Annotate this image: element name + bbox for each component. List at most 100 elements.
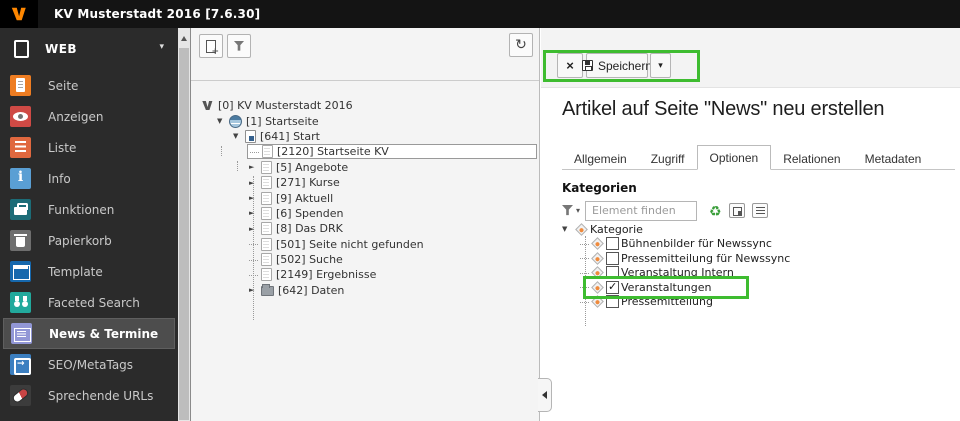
sidebar-item-faceted-search[interactable]: Faceted Search — [0, 287, 178, 318]
collapse-caret-icon[interactable]: ▼ — [217, 117, 229, 125]
sidebar-item-info[interactable]: Info — [0, 163, 178, 194]
reload-categories-icon[interactable]: ♻ — [709, 204, 722, 218]
save-dropdown-button[interactable]: ▾ — [650, 53, 671, 78]
info-icon — [10, 168, 31, 189]
tree-node-label: [502] Suche — [276, 253, 343, 267]
tag-icon — [591, 295, 604, 309]
sidebar-item-sprechende-urls[interactable]: Sprechende URLs — [0, 380, 178, 411]
category-label: Pressemitteilung — [621, 295, 713, 309]
tab-metadaten[interactable]: Metadaten — [853, 147, 934, 170]
collapse-caret-icon[interactable]: ▼ — [233, 132, 245, 140]
tree-node-angebote[interactable]: ► [5] Angebote — [191, 160, 537, 175]
content-panel: × Speichern ▾ Artikel auf Seite "News" n… — [541, 28, 960, 421]
expand-caret-icon[interactable]: ► — [249, 225, 261, 233]
refresh-tree-button[interactable]: ↻ — [509, 33, 533, 57]
tab-zugriff[interactable]: Zugriff — [639, 147, 697, 170]
refresh-icon: ↻ — [515, 37, 527, 53]
collapse-all-button[interactable] — [751, 203, 768, 218]
new-page-button[interactable] — [199, 34, 223, 58]
expand-caret-icon[interactable]: ► — [249, 194, 261, 202]
category-filter-row: ▾ ♻ — [562, 200, 768, 221]
sidebar-item-seite[interactable]: Seite — [0, 70, 178, 101]
expand-caret-icon[interactable]: ► — [249, 209, 261, 217]
category-checkbox[interactable] — [606, 280, 619, 294]
expand-all-button[interactable] — [728, 203, 745, 218]
category-label: Bühnenbilder für Newssync — [621, 237, 772, 251]
doc-header: × Speichern ▾ — [541, 28, 960, 88]
sidebar-item-label: Seite — [48, 78, 79, 93]
sidebar-item-label: News & Termine — [49, 326, 159, 341]
new-page-icon — [206, 39, 219, 57]
tab-optionen[interactable]: Optionen — [696, 145, 772, 170]
tree-node-spenden[interactable]: ► [6] Spenden — [191, 206, 537, 221]
tree-node-kurse[interactable]: ► [271] Kurse — [191, 175, 537, 190]
chevron-down-icon[interactable]: ▾ — [576, 206, 580, 215]
category-checkbox[interactable] — [606, 266, 619, 280]
category-label: Veranstaltung Intern — [621, 266, 734, 280]
tree-node-start[interactable]: ▼ [641] Start — [191, 129, 537, 144]
pill-icon — [10, 385, 31, 406]
sidebar-item-news-termine[interactable]: News & Termine — [3, 318, 175, 349]
sidebar-item-anzeigen[interactable]: Anzeigen — [0, 101, 178, 132]
category-checkbox[interactable] — [606, 237, 619, 251]
save-button[interactable]: Speichern — [581, 53, 652, 78]
funnel-icon[interactable] — [562, 205, 573, 216]
collapse-left-icon — [542, 391, 547, 399]
tree-node-label: [271] Kurse — [276, 176, 340, 190]
tab-allgemein[interactable]: Allgemein — [562, 147, 639, 170]
category-checkbox[interactable] — [606, 295, 619, 309]
tab-relationen[interactable]: Relationen — [771, 147, 852, 170]
template-icon — [10, 261, 31, 282]
find-element-input[interactable] — [585, 200, 698, 221]
close-button[interactable]: × — [557, 53, 583, 78]
page-icon — [261, 222, 272, 236]
tree-node-label: [5] Angebote — [276, 160, 349, 174]
toolbar-divider — [191, 80, 539, 81]
tree-node-root[interactable]: [0] KV Musterstadt 2016 — [191, 98, 537, 113]
newspaper-icon — [11, 323, 32, 344]
typo3-logo[interactable] — [0, 0, 38, 28]
scroll-up-icon[interactable] — [181, 36, 187, 41]
sidebar-item-seo-metatags[interactable]: SEO/MetaTags — [0, 349, 178, 380]
category-checkbox[interactable] — [606, 251, 619, 265]
sidebar-item-template[interactable]: Template — [0, 256, 178, 287]
trash-icon — [10, 230, 31, 251]
funnel-icon — [233, 40, 245, 51]
tree-node-label: [2149] Ergebnisse — [276, 268, 377, 282]
sidebar-item-liste[interactable]: Liste — [0, 132, 178, 163]
tree-node-label: [501] Seite nicht gefunden — [276, 237, 424, 251]
tree-collapse-handle[interactable] — [538, 378, 552, 412]
category-root[interactable]: ▼ Kategorie — [562, 222, 790, 237]
tree-node-das-drk[interactable]: ► [8] Das DRK — [191, 221, 537, 236]
tree-node-suche[interactable]: [502] Suche — [191, 252, 537, 267]
category-label: Pressemitteilung für Newssync — [621, 251, 791, 265]
tree-node-ergebnisse[interactable]: [2149] Ergebnisse — [191, 267, 537, 282]
module-group-label: WEB — [45, 42, 78, 56]
sidebar-scrollbar[interactable] — [178, 28, 190, 421]
page-icon — [261, 268, 272, 282]
expand-caret-icon[interactable]: ► — [249, 286, 261, 294]
tree-node-label: [0] KV Musterstadt 2016 — [218, 99, 353, 113]
tree-node-startseite-kv[interactable]: [2120] Startseite KV — [191, 144, 537, 160]
category-item: Pressemitteilung — [562, 295, 790, 310]
tree-node-startseite[interactable]: ▼ [1] Startseite — [191, 113, 537, 128]
tree-node-label: [1] Startseite — [246, 114, 319, 128]
sidebar-item-papierkorb[interactable]: Papierkorb — [0, 225, 178, 256]
tag-icon — [591, 266, 604, 280]
sidebar-item-funktionen[interactable]: Funktionen — [0, 194, 178, 225]
chevron-down-icon[interactable]: ▾ — [159, 42, 164, 52]
eye-icon — [10, 106, 31, 127]
tree-node-daten[interactable]: ► [642] Daten — [191, 283, 537, 298]
category-label: Veranstaltungen — [621, 280, 712, 294]
expand-caret-icon[interactable]: ► — [249, 179, 261, 187]
filter-button[interactable] — [227, 34, 251, 58]
page-icon — [261, 237, 272, 251]
module-group-web[interactable]: WEB ▾ — [0, 28, 178, 70]
tree-node-seite-nicht-gefunden[interactable]: [501] Seite nicht gefunden — [191, 237, 537, 252]
expand-caret-icon[interactable]: ► — [249, 163, 261, 171]
tree-node-aktuell[interactable]: ► [9] Aktuell — [191, 190, 537, 205]
category-item: Pressemitteilung für Newssync — [562, 251, 790, 266]
tree-node-label: [641] Start — [260, 129, 320, 143]
page-icon — [261, 191, 272, 205]
scrollbar-thumb[interactable] — [179, 48, 189, 420]
